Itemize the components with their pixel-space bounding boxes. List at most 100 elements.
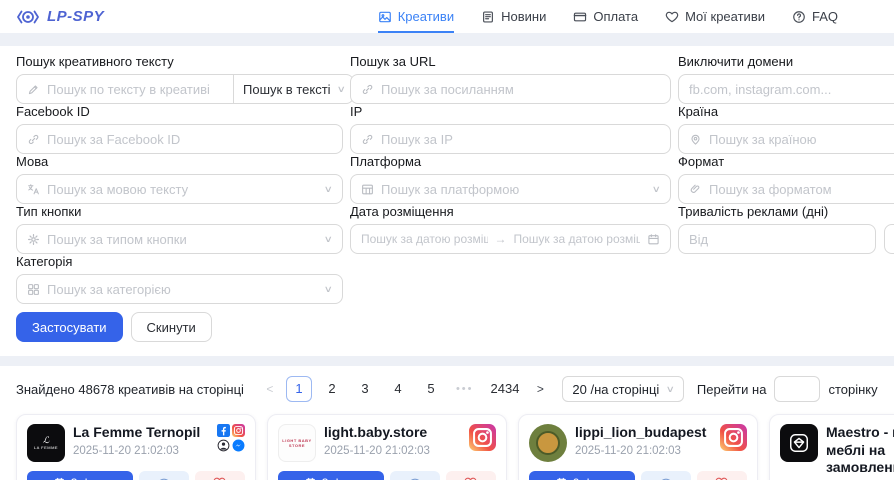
creative-date: 2025-11-20 21:02:03 [575, 445, 712, 457]
chevron-down-icon: ∨ [666, 384, 675, 395]
creative-card[interactable]: ℒ LA FEMME La Femme Ternopil 2025-11-20 … [16, 414, 256, 480]
field-label: Facebook ID [16, 104, 343, 119]
page-ellipsis[interactable]: ••• [451, 376, 479, 402]
favorite-button[interactable] [697, 471, 747, 480]
field-label: Категорія [16, 254, 343, 269]
days-active-button[interactable]: 3 days [27, 471, 133, 480]
eye-icon [157, 476, 171, 480]
exclude-domains-input[interactable] [678, 74, 894, 104]
eye-icon [659, 476, 673, 480]
placement-date-range-picker[interactable]: Пошук за датою розміщення → Пошук за дат… [350, 224, 671, 254]
nav-tab-creatives[interactable]: Креативи [378, 0, 454, 33]
country-field[interactable] [709, 132, 894, 147]
link-icon [361, 133, 374, 146]
nav-label: Креативи [398, 9, 454, 24]
platform-select[interactable]: Пошук за платформою ∨ [350, 174, 671, 204]
select-placeholder: Пошук за мовою тексту [47, 182, 318, 197]
app-window: LP-SPY Креативи Новини Оплата [0, 0, 894, 480]
duration-to-input[interactable] [884, 224, 894, 254]
page-button-last[interactable]: 2434 [486, 376, 525, 402]
eye-icon [408, 476, 422, 480]
platform-grid-icon [361, 183, 374, 196]
field-language: Мова Пошук за мовою тексту ∨ [16, 154, 343, 204]
next-page-icon[interactable]: > [531, 382, 549, 396]
favorite-button[interactable] [446, 471, 496, 480]
url-field[interactable] [381, 82, 660, 97]
page-button-5[interactable]: 5 [418, 376, 444, 402]
heart-icon [213, 476, 226, 480]
creative-title[interactable]: La Femme Ternopil [73, 424, 209, 442]
instagram-icon [232, 424, 245, 437]
ip-field[interactable] [381, 132, 660, 147]
page-button-3[interactable]: 3 [352, 376, 378, 402]
view-button[interactable] [139, 471, 189, 480]
paperclip-icon [689, 183, 702, 196]
country-input[interactable] [678, 124, 894, 154]
duration-from-input[interactable] [678, 224, 876, 254]
pagination-bar: Знайдено 48678 креативів на сторінці < 1… [16, 376, 894, 402]
page-button-1[interactable]: 1 [286, 376, 312, 402]
location-pin-icon [689, 133, 702, 146]
duration-from-field[interactable] [689, 232, 865, 247]
url-input[interactable] [350, 74, 671, 104]
goto-page-input[interactable] [774, 376, 820, 402]
creative-card[interactable]: LIGHT BABY STORE light.baby.store 2025-1… [267, 414, 507, 480]
creative-card[interactable]: lippi_lion_budapest 2025-11-20 21:02:03 … [518, 414, 758, 480]
nav-tab-payment[interactable]: Оплата [573, 0, 638, 33]
page-size-select[interactable]: 20 /на сторінці ∨ [562, 376, 683, 402]
creative-card[interactable]: Maestro - кухні, меблі на замовлення в У… [769, 414, 894, 480]
select-placeholder: Пошук за типом кнопки [47, 232, 318, 247]
page-button-4[interactable]: 4 [385, 376, 411, 402]
facebook-id-field[interactable] [47, 132, 332, 147]
field-label: Мова [16, 154, 343, 169]
language-select[interactable]: Пошук за мовою тексту ∨ [16, 174, 343, 204]
instagram-icon [720, 424, 747, 451]
link-icon [361, 83, 374, 96]
category-select[interactable]: Пошук за категорією ∨ [16, 274, 343, 304]
creative-title[interactable]: light.baby.store [324, 424, 461, 442]
creative-title[interactable]: Maestro - кухні, меблі на замовлення в У… [826, 424, 894, 480]
format-field[interactable] [709, 182, 894, 197]
creative-date: 2025-11-20 21:02:03 [324, 445, 461, 457]
field-label: Країна [678, 104, 894, 119]
prev-page-icon[interactable]: < [261, 382, 279, 396]
field-label: Платформа [350, 154, 671, 169]
nav-tab-faq[interactable]: FAQ [792, 0, 838, 33]
results-count: Знайдено 48678 креативів на сторінці [16, 382, 244, 397]
select-value: Пошук в тексті [243, 82, 331, 97]
favorite-button[interactable] [195, 471, 245, 480]
creative-title[interactable]: lippi_lion_budapest [575, 424, 712, 442]
category-grid-icon [27, 283, 40, 296]
days-active-button[interactable]: 0 days [529, 471, 635, 480]
eye-logo-icon [16, 7, 40, 27]
apply-button[interactable]: Застосувати [16, 312, 123, 342]
social-icons [720, 424, 747, 451]
field-label: Формат [678, 154, 894, 169]
heart-icon [715, 476, 728, 480]
avatar: LIGHT BABY STORE [278, 424, 316, 462]
nav-label: FAQ [812, 9, 838, 24]
creative-text-field[interactable] [47, 82, 223, 97]
top-header: LP-SPY Креативи Новини Оплата [0, 0, 894, 33]
exclude-domains-field[interactable] [689, 82, 894, 97]
facebook-id-input[interactable] [16, 124, 343, 154]
nav-label: Оплата [593, 9, 638, 24]
format-input[interactable] [678, 174, 894, 204]
field-label: Пошук за URL [350, 54, 671, 69]
button-type-select[interactable]: Пошук за типом кнопки ∨ [16, 224, 343, 254]
nav-tab-my-creatives[interactable]: Мої креативи [665, 0, 765, 33]
calendar-icon [647, 233, 660, 246]
messenger-icon [232, 439, 245, 452]
days-active-button[interactable]: 3 days [278, 471, 384, 480]
page-button-2[interactable]: 2 [319, 376, 345, 402]
view-button[interactable] [641, 471, 691, 480]
nav-tab-news[interactable]: Новини [481, 0, 546, 33]
creative-text-input[interactable] [16, 74, 234, 104]
reset-button[interactable]: Скинути [131, 312, 212, 342]
ip-input[interactable] [350, 124, 671, 154]
view-button[interactable] [390, 471, 440, 480]
creative-text-mode-select[interactable]: Пошук в тексті ∨ [233, 74, 354, 104]
logo[interactable]: LP-SPY [16, 7, 104, 27]
chevron-down-icon: ∨ [652, 184, 661, 195]
nav-label: Мої креативи [685, 9, 765, 24]
